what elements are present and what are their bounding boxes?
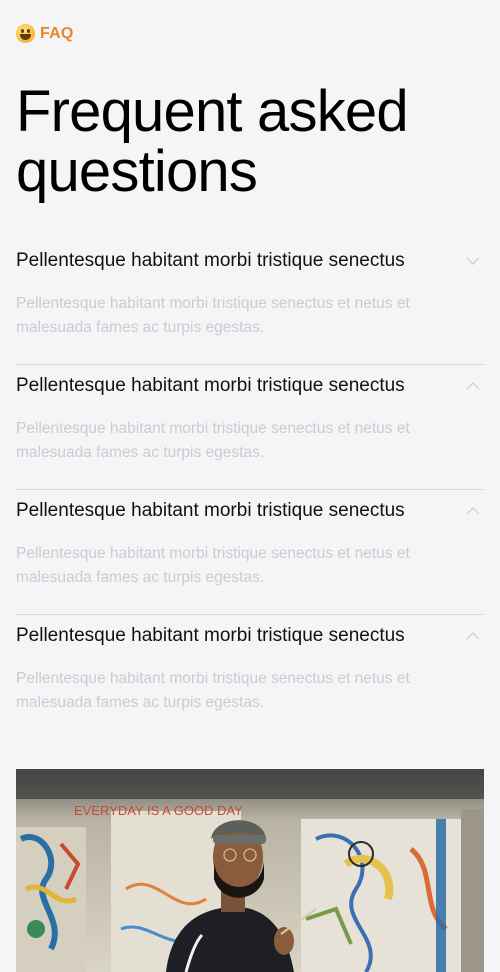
faq-item[interactable]: Pellentesque habitant morbi tristique se… — [16, 240, 484, 365]
wall-text: EVERYDAY IS A GOOD DAY — [74, 803, 243, 818]
chevron-up-icon[interactable] — [466, 631, 480, 641]
faq-question[interactable]: Pellentesque habitant morbi tristique se… — [16, 375, 405, 397]
chevron-up-icon[interactable] — [466, 506, 480, 516]
faq-answer: Pellentesque habitant morbi tristique se… — [16, 420, 410, 461]
eyebrow-label: FAQ — [40, 24, 74, 42]
faq-question[interactable]: Pellentesque habitant morbi tristique se… — [16, 625, 405, 647]
faq-answer: Pellentesque habitant morbi tristique se… — [16, 670, 410, 711]
faq-answer: Pellentesque habitant morbi tristique se… — [16, 545, 410, 586]
faq-item[interactable]: Pellentesque habitant morbi tristique se… — [16, 365, 484, 490]
chevron-down-icon[interactable] — [466, 256, 480, 266]
faq-list: Pellentesque habitant morbi tristique se… — [16, 240, 484, 740]
faq-answer: Pellentesque habitant morbi tristique se… — [16, 295, 410, 336]
faq-eyebrow: FAQ — [16, 24, 74, 43]
faq-item[interactable]: Pellentesque habitant morbi tristique se… — [16, 490, 484, 615]
faq-question[interactable]: Pellentesque habitant morbi tristique se… — [16, 500, 405, 522]
grinning-face-icon — [16, 24, 35, 43]
artist-photo-illustration: EVERYDAY IS A GOOD DAY — [16, 769, 484, 972]
faq-item[interactable]: Pellentesque habitant morbi tristique se… — [16, 615, 484, 740]
faq-question[interactable]: Pellentesque habitant morbi tristique se… — [16, 250, 405, 272]
chevron-up-icon[interactable] — [466, 381, 480, 391]
page-title: Frequent asked questions — [16, 79, 409, 204]
faq-page: FAQ Frequent asked questions Pellentesqu… — [0, 0, 500, 972]
artist-photo: EVERYDAY IS A GOOD DAY — [16, 769, 484, 972]
